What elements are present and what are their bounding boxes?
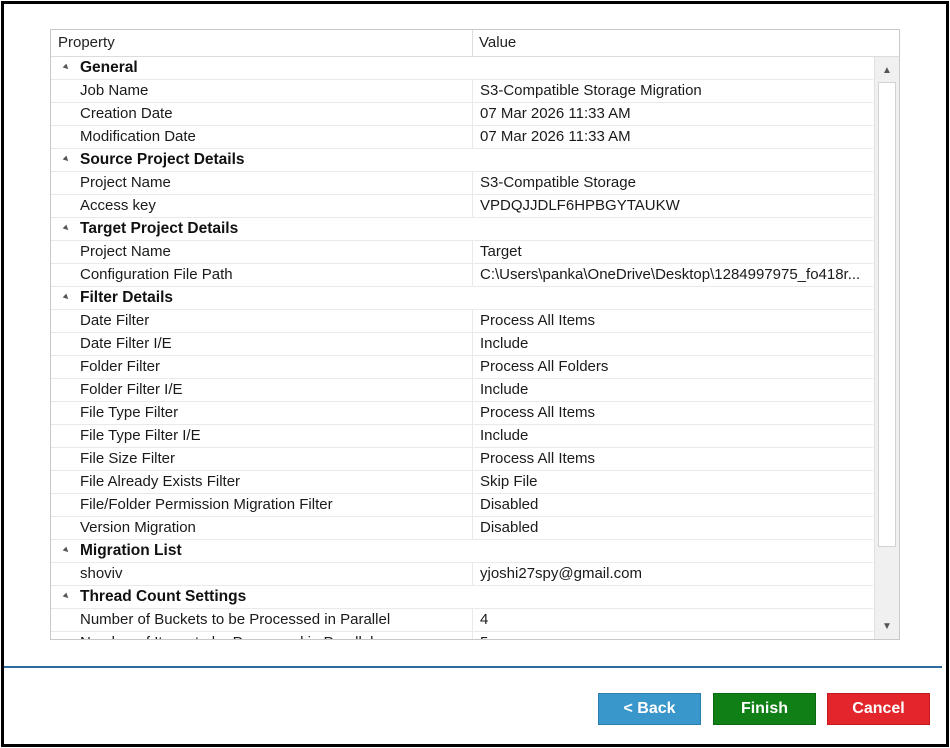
property-row[interactable]: Date Filter Process All Items — [51, 310, 873, 333]
scroll-thumb[interactable] — [878, 82, 896, 547]
category-row[interactable]: ▼ Thread Count Settings — [51, 586, 873, 609]
property-name: File/Folder Permission Migration Filter — [51, 494, 473, 516]
property-row[interactable]: Date Filter I/E Include — [51, 333, 873, 356]
category-title: Migration List — [80, 542, 182, 559]
property-value: VPDQJJDLF6HPBGYTAUKW — [480, 197, 680, 214]
category-title: Thread Count Settings — [80, 588, 247, 605]
property-name: File Size Filter — [51, 448, 473, 470]
property-name: File Type Filter I/E — [51, 425, 473, 447]
property-value: C:\Users\panka\OneDrive\Desktop\12849979… — [480, 266, 861, 283]
scroll-down-icon[interactable]: ▼ — [875, 615, 899, 637]
property-row[interactable]: Modification Date 07 Mar 2026 11:33 AM — [51, 126, 873, 149]
property-value: 5 — [473, 632, 873, 639]
property-value: 07 Mar 2026 11:33 AM — [480, 128, 631, 145]
property-row[interactable]: Creation Date 07 Mar 2026 11:33 AM — [51, 103, 873, 126]
property-name: File Type Filter — [51, 402, 473, 424]
grid-rows: ▼ General Job Name S3-Compatible Storage Mi… — [51, 57, 873, 639]
property-value: Process All Items — [480, 312, 596, 329]
property-name: Access key — [51, 195, 473, 217]
property-value: Include — [480, 381, 529, 398]
property-name: Number of Items to be Processed in Paral… — [51, 632, 473, 639]
category-row[interactable]: ▼ Source Project Details — [51, 149, 873, 172]
property-value: Process All Items — [480, 404, 596, 421]
footer-divider — [4, 666, 942, 668]
property-value: Skip File — [480, 473, 538, 490]
collapse-triangle-icon[interactable]: ▼ — [59, 60, 73, 73]
category-row[interactable]: ▼ Migration List — [51, 540, 873, 563]
property-value: Include — [480, 335, 529, 352]
property-value: Target — [480, 243, 522, 260]
property-row[interactable]: Configuration File Path C:\Users\panka\On… — [51, 264, 873, 287]
property-value: 07 Mar 2026 11:33 AM — [480, 105, 631, 122]
property-name: Date Filter — [51, 310, 473, 332]
property-row[interactable]: Folder Filter I/E Include — [51, 379, 873, 402]
category-row[interactable]: ▼ Filter Details — [51, 287, 873, 310]
property-grid: Property Value ▼ General Job Name S3-Compat… — [50, 29, 900, 640]
property-row[interactable]: Number of Items to be Processed in Paral… — [51, 632, 873, 639]
property-value: Disabled — [480, 496, 539, 513]
category-title: General — [80, 59, 138, 76]
property-name: File Already Exists Filter — [51, 471, 473, 493]
scroll-up-icon[interactable]: ▲ — [875, 59, 899, 81]
collapse-triangle-icon[interactable]: ▼ — [59, 221, 73, 234]
finish-button[interactable]: Finish — [713, 693, 816, 725]
property-row[interactable]: Project Name S3-Compatible Storage — [51, 172, 873, 195]
property-column-header[interactable]: Property — [51, 30, 473, 56]
property-row[interactable]: File/Folder Permission Migration Filter D… — [51, 494, 873, 517]
property-value: Include — [480, 427, 529, 444]
collapse-triangle-icon[interactable]: ▼ — [59, 589, 73, 602]
category-title: Source Project Details — [80, 151, 245, 168]
property-name: Project Name — [51, 172, 473, 194]
property-name: Folder Filter I/E — [51, 379, 473, 401]
property-name: Version Migration — [51, 517, 473, 539]
vertical-scrollbar[interactable]: ▲ ▼ — [874, 57, 899, 639]
property-row[interactable]: File Already Exists Filter Skip File — [51, 471, 873, 494]
property-row[interactable]: Number of Buckets to be Processed in Par… — [51, 609, 873, 632]
property-value: 4 — [480, 611, 489, 628]
property-row[interactable]: Project Name Target — [51, 241, 873, 264]
property-row[interactable]: File Size Filter Process All Items — [51, 448, 873, 471]
property-row[interactable]: File Type Filter Process All Items — [51, 402, 873, 425]
property-name: Project Name — [51, 241, 473, 263]
property-name: Creation Date — [51, 103, 473, 125]
category-row[interactable]: ▼ General — [51, 57, 873, 80]
property-value: S3-Compatible Storage Migration — [480, 82, 702, 99]
property-name: Job Name — [51, 80, 473, 102]
value-column-header[interactable]: Value — [473, 30, 899, 56]
property-name: Number of Buckets to be Processed in Par… — [51, 609, 473, 631]
category-title: Filter Details — [80, 289, 174, 306]
grid-header: Property Value — [51, 30, 899, 57]
property-name: Folder Filter — [51, 356, 473, 378]
property-value: Process All Folders — [480, 358, 609, 375]
property-name: shoviv — [51, 563, 473, 585]
collapse-triangle-icon[interactable]: ▼ — [59, 543, 73, 556]
property-row[interactable]: shoviv yjoshi27spy@gmail.com — [51, 563, 873, 586]
back-button[interactable]: < Back — [598, 693, 701, 725]
property-name: Modification Date — [51, 126, 473, 148]
property-value: yjoshi27spy@gmail.com — [480, 565, 642, 582]
property-value: Process All Items — [480, 450, 596, 467]
property-row[interactable]: Version Migration Disabled — [51, 517, 873, 540]
collapse-triangle-icon[interactable]: ▼ — [59, 152, 73, 165]
property-value: Disabled — [480, 519, 539, 536]
property-name: Date Filter I/E — [51, 333, 473, 355]
property-row[interactable]: File Type Filter I/E Include — [51, 425, 873, 448]
category-row[interactable]: ▼ Target Project Details — [51, 218, 873, 241]
property-row[interactable]: Folder Filter Process All Folders — [51, 356, 873, 379]
category-title: Target Project Details — [80, 220, 239, 237]
property-value: S3-Compatible Storage — [480, 174, 636, 191]
collapse-triangle-icon[interactable]: ▼ — [59, 290, 73, 303]
property-row[interactable]: Job Name S3-Compatible Storage Migration — [51, 80, 873, 103]
property-name: Configuration File Path — [51, 264, 473, 286]
property-row[interactable]: Access key VPDQJJDLF6HPBGYTAUKW — [51, 195, 873, 218]
cancel-button[interactable]: Cancel — [827, 693, 930, 725]
